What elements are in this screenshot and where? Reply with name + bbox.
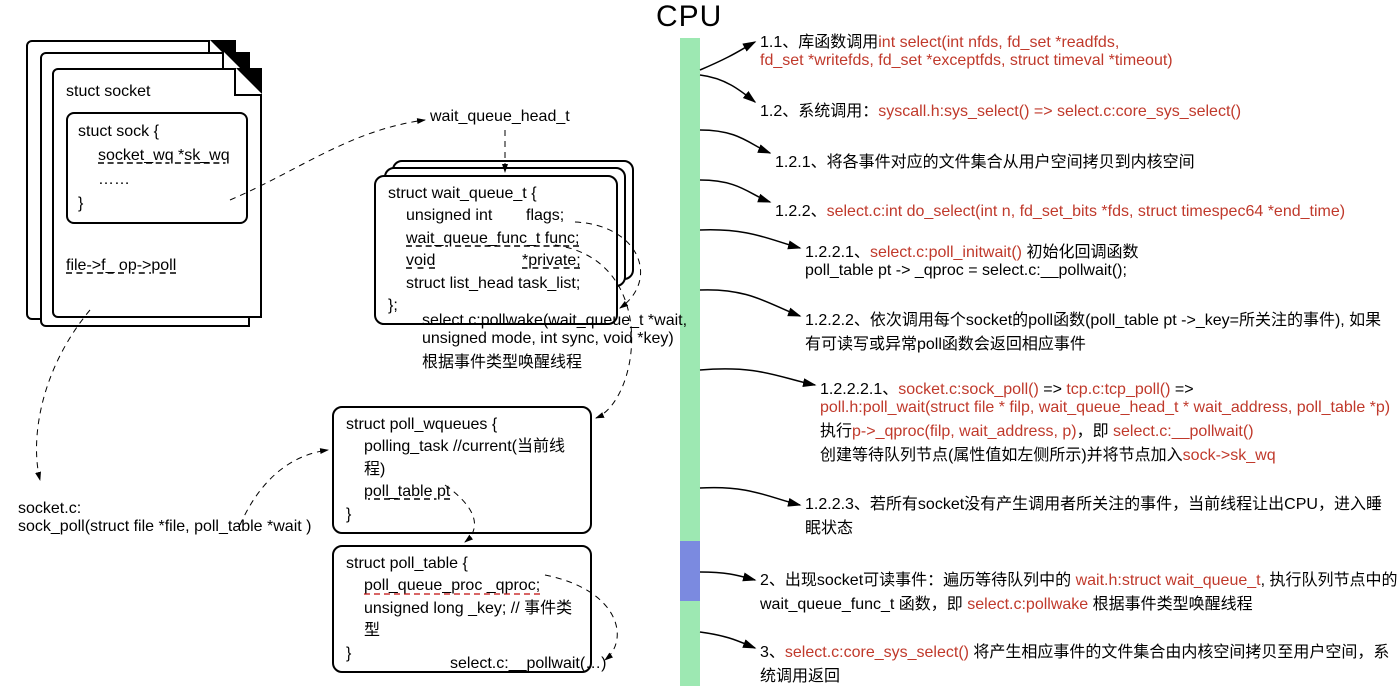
pollwait-label: select.c:__pollwait(…): [450, 655, 607, 673]
pw-l1: polling_task //current(当前线程): [364, 436, 578, 481]
pt-open: struct poll_table {: [346, 553, 578, 575]
sock-struct-open: stuct sock {: [78, 120, 236, 144]
cpu-sleep-segment: [680, 541, 700, 601]
step-1-1: 1.1、库函数调用int select(int nfds, fd_set *re…: [760, 28, 1390, 70]
poll-wqueues-struct: struct poll_wqueues { polling_task //cur…: [332, 406, 592, 534]
pt-l1: poll_queue_proc _qproc;: [364, 575, 578, 597]
wq-l2: wait_queue_func_t func;: [406, 228, 604, 250]
sock-struct-close: }: [78, 192, 236, 216]
wait-queue-head-label: wait_queue_head_t: [430, 108, 570, 126]
socket-title: stuct socket: [66, 80, 248, 104]
step-3: 3、select.c:core_sys_select() 将产生相应事件的文件集…: [760, 638, 1400, 686]
pw-open: struct poll_wqueues {: [346, 414, 578, 436]
step-1-2-2-1: 1.2.2.1、select.c:poll_initwait() 初始化回调函数…: [805, 238, 1395, 280]
step-1-2-2-2-1: 1.2.2.2.1、socket.c:sock_poll() => tcp.c:…: [820, 375, 1400, 465]
page-fold-icon: [234, 68, 262, 96]
sock-ellipsis: ……: [98, 168, 236, 192]
step-2: 2、出现socket可读事件：遍历等待队列中的 wait.h:struct wa…: [760, 566, 1400, 614]
pw-close: }: [346, 504, 578, 526]
wait-queue-t-struct: struct wait_queue_t { unsigned int flags…: [374, 175, 618, 325]
step-1-2-2-3: 1.2.2.3、若所有socket没有产生调用者所关注的事件，当前线程让出CPU…: [805, 490, 1395, 538]
pt-l2: unsigned long _key; // 事件类型: [364, 598, 578, 643]
step-1-2-1: 1.2.1、将各事件对应的文件集合从用户空间拷贝到内核空间: [775, 148, 1395, 172]
socket-doc: stuct socket stuct sock { socket_wq *sk_…: [52, 68, 262, 318]
sock-field: socket_wq *sk_wq: [98, 144, 236, 168]
step-1-2-2-2: 1.2.2.2、依次调用每个socket的poll函数(poll_table p…: [805, 306, 1395, 354]
wq-l4: struct list_head task_list;: [406, 273, 604, 295]
sock-poll-label: socket.c: sock_poll(struct file *file, p…: [18, 482, 348, 536]
cpu-title: CPU: [656, 0, 722, 34]
wq-l3-right: *private;: [522, 252, 581, 269]
wq-l3-left: void: [406, 250, 522, 272]
pollwake-label: select.c:pollwake(wait_queue_t *wait, un…: [422, 312, 692, 372]
wq-l1-right: flags;: [526, 205, 564, 227]
step-1-2: 1.2、系统调用：syscall.h:sys_select() => selec…: [760, 97, 1390, 121]
step-1-2-2: 1.2.2、select.c:int do_select(int n, fd_s…: [775, 197, 1395, 221]
pw-l2: poll_table pt: [364, 481, 578, 503]
wq-open: struct wait_queue_t {: [388, 183, 604, 205]
wq-l1-left: unsigned int: [406, 205, 526, 227]
poll-table-struct: struct poll_table { poll_queue_proc _qpr…: [332, 545, 592, 673]
file-poll: file->f_ op->poll: [66, 254, 248, 278]
